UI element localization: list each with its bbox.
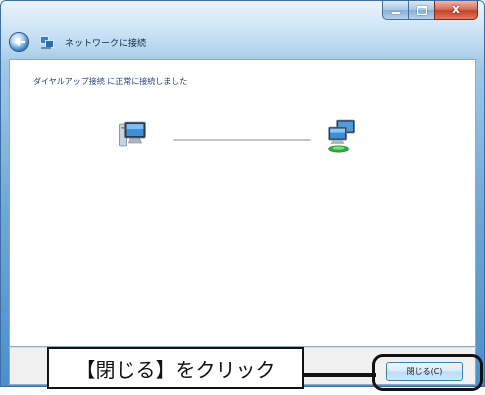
minimize-button[interactable] bbox=[382, 1, 408, 20]
status-message: ダイヤルアップ接続 に正常に接続しました bbox=[33, 77, 188, 86]
back-arrow-icon[interactable] bbox=[9, 32, 29, 52]
callout-highlight-ring bbox=[372, 354, 483, 391]
maximize-button[interactable] bbox=[408, 1, 434, 20]
navigation-bar: ネットワークに接続 bbox=[9, 31, 146, 53]
caption-buttons: x bbox=[382, 1, 478, 21]
window-title: ネットワークに接続 bbox=[65, 38, 147, 49]
content-panel: ダイヤルアップ接続 に正常に接続しました bbox=[9, 59, 476, 347]
close-window-button[interactable]: x bbox=[434, 1, 478, 20]
callout-connector-line bbox=[304, 373, 376, 377]
network-icon bbox=[39, 35, 54, 49]
connection-diagram bbox=[119, 119, 355, 153]
close-window-label: x bbox=[452, 2, 460, 16]
connect-network-window: x ネットワークに接続 ダイヤルアップ接続 に正常に接続しました bbox=[0, 0, 485, 387]
instruction-callout: 【閉じる】をクリック bbox=[47, 347, 304, 389]
computer-icon bbox=[119, 121, 146, 147]
network-computers-icon bbox=[328, 119, 355, 153]
